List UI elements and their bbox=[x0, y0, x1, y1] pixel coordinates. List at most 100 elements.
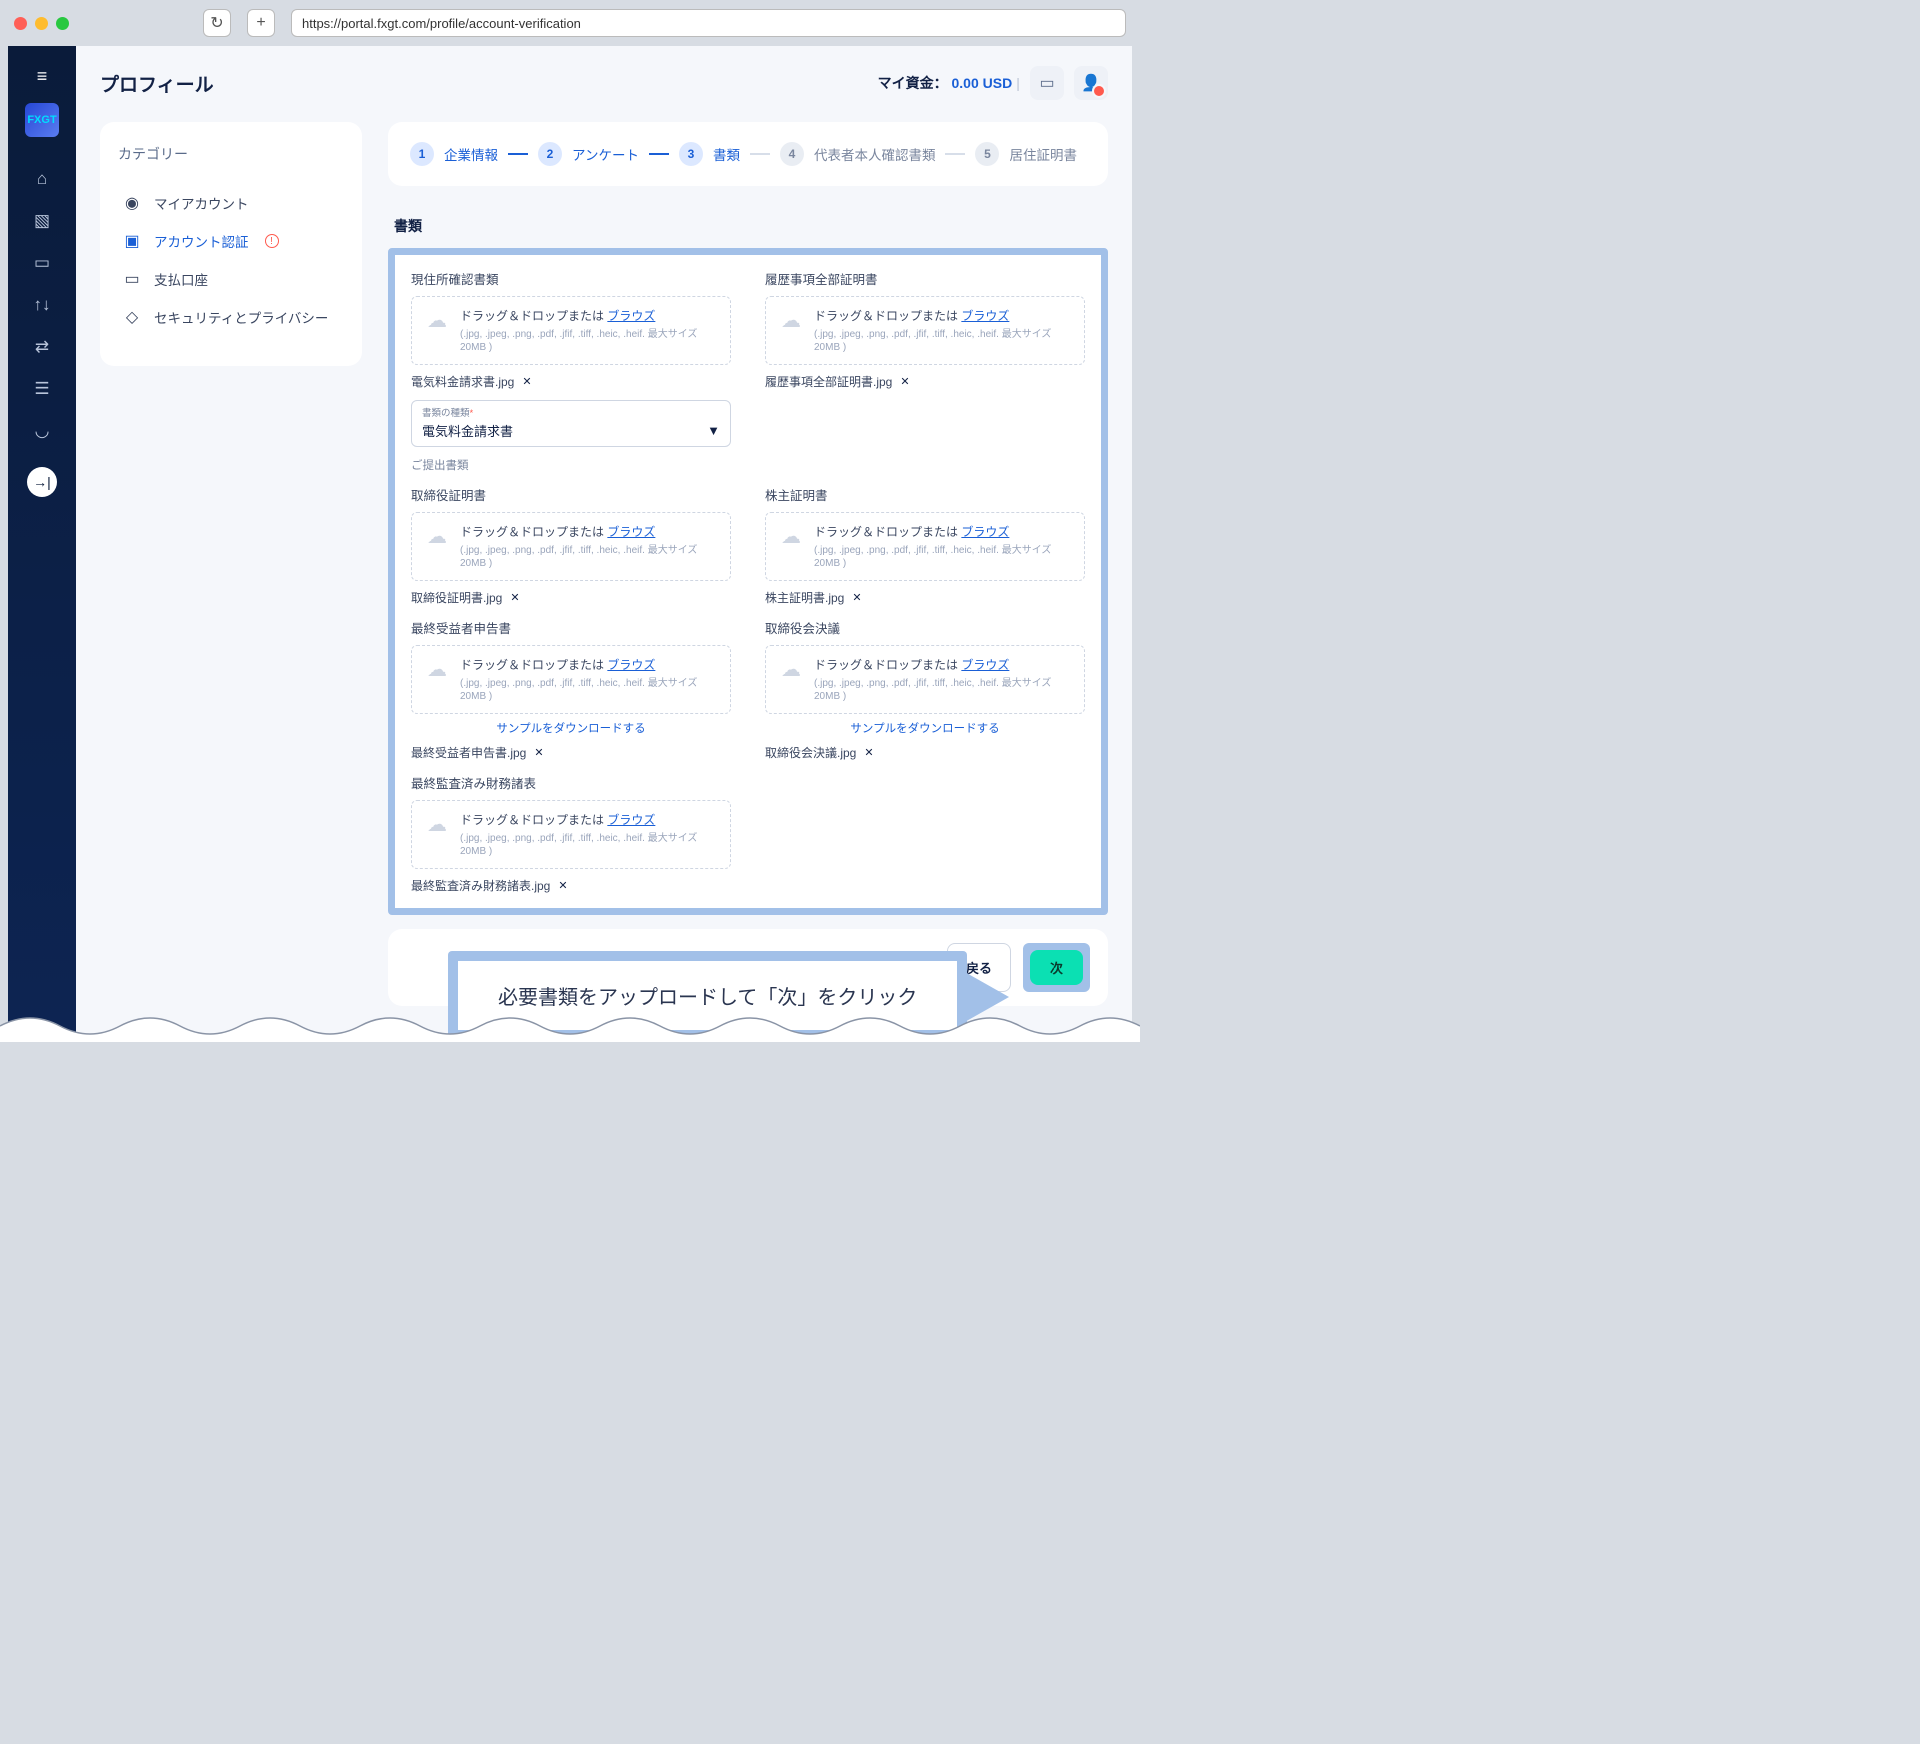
upload-block-title: 最終監査済み財務諸表 bbox=[411, 773, 731, 792]
upload-dropzone[interactable]: ☁ ドラッグ＆ドロップまたは ブラウズ (.jpg, .jpeg, .png, … bbox=[411, 800, 731, 869]
remove-file-icon[interactable]: ✕ bbox=[900, 375, 909, 388]
download-sample-link[interactable]: サンプルをダウンロードする bbox=[411, 720, 731, 736]
upload-block: 履歴事項全部証明書 ☁ ドラッグ＆ドロップまたは ブラウズ (.jpg, .jp… bbox=[765, 269, 1085, 473]
next-button[interactable]: 次 bbox=[1030, 950, 1083, 985]
id-card-icon: ▣ bbox=[122, 231, 142, 251]
alert-icon: ! bbox=[265, 234, 279, 248]
side-nav: ≡ FXGT ⌂ ▧ ▭ ↑↓ ⇄ ☰ ◡ →| bbox=[8, 46, 76, 1036]
my-funds-amount: 0.00 USD bbox=[951, 75, 1012, 91]
cat-item-payment-account[interactable]: ▭ 支払口座 bbox=[118, 260, 344, 298]
dropzone-text: ドラッグ＆ドロップまたは ブラウズ bbox=[460, 523, 718, 540]
upload-block-title: 最終受益者申告書 bbox=[411, 618, 731, 637]
browse-link[interactable]: ブラウズ bbox=[961, 309, 1009, 323]
dropzone-text: ドラッグ＆ドロップまたは ブラウズ bbox=[814, 523, 1072, 540]
uploaded-file-name: 履歴事項全部証明書.jpg bbox=[765, 373, 892, 390]
remove-file-icon[interactable]: ✕ bbox=[864, 746, 873, 759]
nav-home-icon[interactable]: ⌂ bbox=[26, 163, 58, 195]
browse-link[interactable]: ブラウズ bbox=[961, 525, 1009, 539]
stepper: 1企業情報 2アンケート 3書類 4代表者本人確認書類 5居住証明書 bbox=[388, 122, 1108, 186]
dropzone-text: ドラッグ＆ドロップまたは ブラウズ bbox=[460, 656, 718, 673]
dropzone-text: ドラッグ＆ドロップまたは ブラウズ bbox=[460, 307, 718, 324]
maximize-window-dot[interactable] bbox=[56, 17, 69, 30]
step-2[interactable]: 2アンケート bbox=[538, 142, 639, 166]
dropzone-hint: (.jpg, .jpeg, .png, .pdf, .jfif, .tiff, … bbox=[814, 677, 1072, 703]
upload-block-title: 取締役会決議 bbox=[765, 618, 1085, 637]
upload-dropzone[interactable]: ☁ ドラッグ＆ドロップまたは ブラウズ (.jpg, .jpeg, .png, … bbox=[411, 512, 731, 581]
nav-swap-icon[interactable]: ⇄ bbox=[26, 331, 58, 363]
section-title-documents: 書類 bbox=[394, 216, 1108, 236]
uploaded-file-row: 株主証明書.jpg✕ bbox=[765, 589, 1085, 606]
remove-file-icon[interactable]: ✕ bbox=[852, 591, 861, 604]
remove-file-icon[interactable]: ✕ bbox=[522, 375, 531, 388]
nav-wallet-icon[interactable]: ▭ bbox=[26, 247, 58, 279]
browse-link[interactable]: ブラウズ bbox=[607, 309, 655, 323]
browser-titlebar: ↻ + https://portal.fxgt.com/profile/acco… bbox=[0, 0, 1140, 46]
remove-file-icon[interactable]: ✕ bbox=[534, 746, 543, 759]
upload-dropzone[interactable]: ☁ ドラッグ＆ドロップまたは ブラウズ (.jpg, .jpeg, .png, … bbox=[765, 645, 1085, 714]
traffic-lights bbox=[14, 17, 69, 30]
upload-dropzone[interactable]: ☁ ドラッグ＆ドロップまたは ブラウズ (.jpg, .jpeg, .png, … bbox=[411, 296, 731, 365]
cat-item-security-privacy[interactable]: ◇ セキュリティとプライバシー bbox=[118, 298, 344, 336]
upload-block: 現住所確認書類 ☁ ドラッグ＆ドロップまたは ブラウズ (.jpg, .jpeg… bbox=[411, 269, 731, 473]
cat-item-my-account[interactable]: ◉ マイアカウント bbox=[118, 184, 344, 222]
download-sample-link[interactable]: サンプルをダウンロードする bbox=[765, 720, 1085, 736]
uploaded-file-row: 取締役証明書.jpg ✕ bbox=[411, 589, 731, 606]
upload-block-title: 履歴事項全部証明書 bbox=[765, 269, 1085, 288]
dropzone-text: ドラッグ＆ドロップまたは ブラウズ bbox=[814, 307, 1072, 324]
chevron-down-icon: ▼ bbox=[707, 423, 720, 438]
reload-button[interactable]: ↻ bbox=[203, 9, 231, 37]
menu-toggle-icon[interactable]: ≡ bbox=[37, 66, 48, 87]
nav-partners-icon[interactable]: ◡ bbox=[26, 415, 58, 447]
category-title: カテゴリー bbox=[118, 144, 344, 164]
remove-file-icon[interactable]: ✕ bbox=[510, 591, 519, 604]
uploaded-file-row: 最終受益者申告書.jpg✕ bbox=[411, 744, 731, 761]
cloud-upload-icon: ☁ bbox=[424, 811, 450, 837]
upload-block: 最終監査済み財務諸表 ☁ ドラッグ＆ドロップまたは ブラウズ (.jpg, .j… bbox=[411, 773, 731, 894]
dropzone-text: ドラッグ＆ドロップまたは ブラウズ bbox=[460, 811, 718, 828]
uploaded-file-row: 電気料金請求書.jpg ✕ bbox=[411, 373, 731, 390]
step-5[interactable]: 5居住証明書 bbox=[975, 142, 1077, 166]
step-1[interactable]: 1企業情報 bbox=[410, 142, 498, 166]
url-bar[interactable]: https://portal.fxgt.com/profile/account-… bbox=[291, 9, 1126, 37]
card-icon: ▭ bbox=[122, 269, 142, 289]
new-tab-button[interactable]: + bbox=[247, 9, 275, 37]
minimize-window-dot[interactable] bbox=[35, 17, 48, 30]
browse-link[interactable]: ブラウズ bbox=[607, 525, 655, 539]
close-window-dot[interactable] bbox=[14, 17, 27, 30]
nav-chart-icon[interactable]: ▧ bbox=[26, 205, 58, 237]
brand-logo[interactable]: FXGT bbox=[25, 103, 59, 137]
dropzone-text: ドラッグ＆ドロップまたは ブラウズ bbox=[814, 656, 1072, 673]
cloud-upload-icon: ☁ bbox=[424, 523, 450, 549]
upload-block-title: 取締役証明書 bbox=[411, 485, 731, 504]
browse-link[interactable]: ブラウズ bbox=[607, 658, 655, 672]
remove-file-icon[interactable]: ✕ bbox=[558, 879, 567, 892]
cat-item-account-verification[interactable]: ▣ アカウント認証 ! bbox=[118, 222, 344, 260]
dropzone-hint: (.jpg, .jpeg, .png, .pdf, .jfif, .tiff, … bbox=[460, 677, 718, 703]
upload-block: 取締役証明書 ☁ ドラッグ＆ドロップまたは ブラウズ (.jpg, .jpeg,… bbox=[411, 485, 731, 606]
browse-link[interactable]: ブラウズ bbox=[607, 813, 655, 827]
my-funds-label: マイ資金： 0.00 USD | bbox=[878, 73, 1020, 93]
uploaded-file-name: 電気料金請求書.jpg bbox=[411, 373, 514, 390]
upload-dropzone[interactable]: ☁ ドラッグ＆ドロップまたは ブラウズ (.jpg, .jpeg, .png, … bbox=[411, 645, 731, 714]
user-circle-icon: ◉ bbox=[122, 193, 142, 213]
step-3[interactable]: 3書類 bbox=[679, 142, 740, 166]
upload-dropzone[interactable]: ☁ ドラッグ＆ドロップまたは ブラウズ (.jpg, .jpeg, .png, … bbox=[765, 296, 1085, 365]
browse-link[interactable]: ブラウズ bbox=[961, 658, 1009, 672]
nav-expand-button[interactable]: →| bbox=[27, 467, 57, 497]
uploaded-file-name: 取締役証明書.jpg bbox=[411, 589, 502, 606]
document-type-value: 電気料金請求書 bbox=[422, 421, 513, 440]
profile-button[interactable]: 👤 bbox=[1074, 66, 1108, 100]
cloud-upload-icon: ☁ bbox=[778, 656, 804, 682]
uploaded-file-row: 履歴事項全部証明書.jpg ✕ bbox=[765, 373, 1085, 390]
dropzone-hint: (.jpg, .jpeg, .png, .pdf, .jfif, .tiff, … bbox=[814, 544, 1072, 570]
document-type-select[interactable]: 書類の種類* 電気料金請求書▼ bbox=[411, 400, 731, 447]
nav-list-icon[interactable]: ☰ bbox=[26, 373, 58, 405]
upload-dropzone[interactable]: ☁ ドラッグ＆ドロップまたは ブラウズ (.jpg, .jpeg, .png, … bbox=[765, 512, 1085, 581]
nav-transfer-icon[interactable]: ↑↓ bbox=[26, 289, 58, 321]
uploaded-file-row: 最終監査済み財務諸表.jpg✕ bbox=[411, 877, 731, 894]
next-button-highlight: 次 bbox=[1023, 943, 1090, 992]
inbox-button[interactable]: ▭ bbox=[1030, 66, 1064, 100]
step-4[interactable]: 4代表者本人確認書類 bbox=[780, 142, 936, 166]
upload-block: 株主証明書 ☁ ドラッグ＆ドロップまたは ブラウズ (.jpg, .jpeg, … bbox=[765, 485, 1085, 606]
dropzone-hint: (.jpg, .jpeg, .png, .pdf, .jfif, .tiff, … bbox=[814, 328, 1072, 354]
